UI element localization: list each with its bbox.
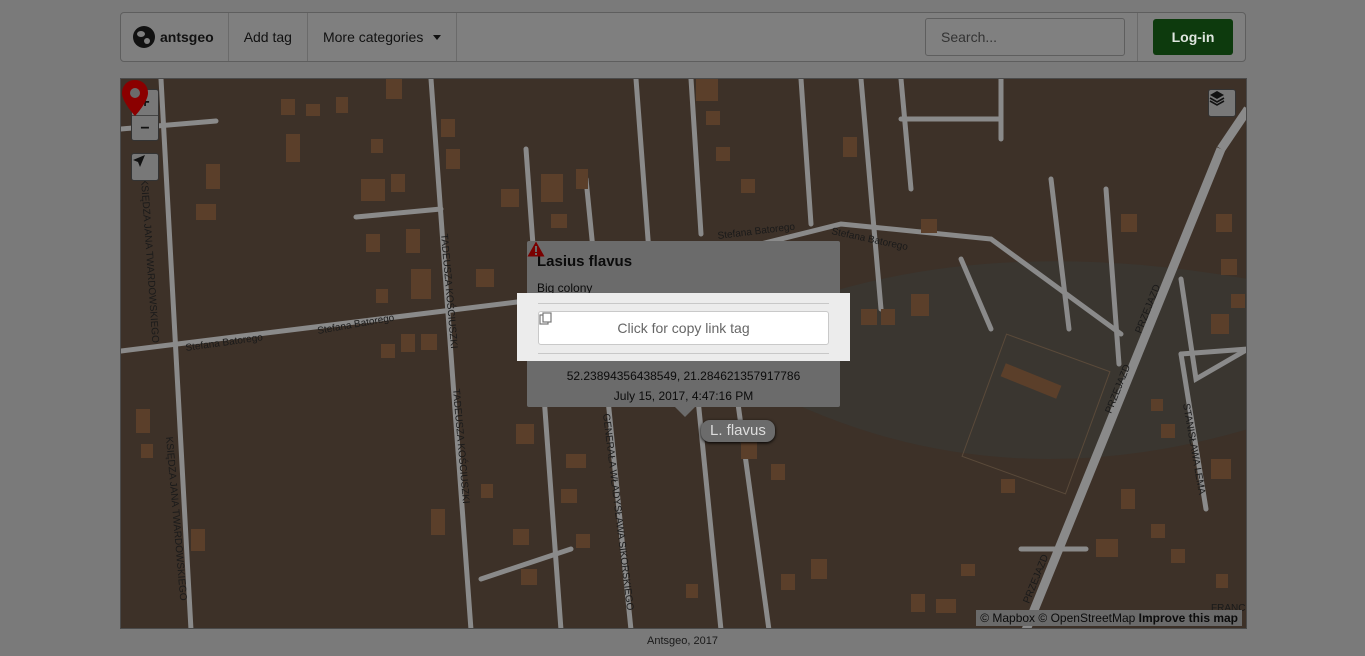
top-navbar: antsgeo Add tag More categories Log-in xyxy=(120,12,1246,62)
globe-icon xyxy=(133,26,155,48)
street-label-batorego-2: Stefana Batorego xyxy=(317,313,396,337)
copy-link-area: Click for copy link tag xyxy=(517,293,850,361)
caret-down-icon xyxy=(433,34,442,40)
street-label-kosciuszki-2: TADEUSZA KOŚCIUSZKI xyxy=(450,388,473,504)
map-attribution: © Mapbox © OpenStreetMap Improve this ma… xyxy=(976,610,1242,626)
brand-name: antsgeo xyxy=(160,29,214,45)
street-label-twardowskiego-1: KSIĘDZA JANA TWARDOWSKIEGO xyxy=(138,178,160,343)
street-label-sikorskiego: GENERAŁA WŁADYSŁAWA SIKORSKIEGO xyxy=(600,413,635,611)
divider-top xyxy=(538,303,829,304)
copy-icon xyxy=(539,312,552,325)
location-arrow-icon xyxy=(133,155,145,167)
page-footer: Antsgeo, 2017 xyxy=(647,635,718,647)
warning-icon[interactable] xyxy=(527,241,545,257)
copy-link-label: Click for copy link tag xyxy=(617,320,750,336)
popup-title: Lasius flavus xyxy=(537,253,633,270)
tag-popup: Lasius flavus Big colony Click for copy … xyxy=(517,241,850,417)
copy-link-button[interactable]: Click for copy link tag xyxy=(538,311,829,345)
search-container xyxy=(925,13,1138,61)
popup-date: July 15, 2017, 4:47:16 PM xyxy=(613,389,754,403)
locate-button[interactable] xyxy=(131,153,159,181)
mapbox-attribution-link[interactable]: © Mapbox xyxy=(980,611,1035,625)
street-label-batorego-1: Stefana Batorego xyxy=(185,332,264,354)
layers-button[interactable] xyxy=(1208,89,1236,117)
map-canvas[interactable]: KSIĘDZA JANA TWARDOWSKIEGO Stefana Bator… xyxy=(120,78,1247,629)
layers-icon xyxy=(1209,91,1225,106)
improve-map-link[interactable]: Improve this map xyxy=(1139,611,1238,625)
brand-link[interactable]: antsgeo xyxy=(121,13,229,61)
divider-bottom xyxy=(538,353,829,354)
login-container: Log-in xyxy=(1138,13,1245,61)
search-input[interactable] xyxy=(939,28,1124,46)
more-categories-label: More categories xyxy=(322,29,424,45)
search-box xyxy=(925,18,1125,56)
map-marker-icon[interactable] xyxy=(121,79,149,117)
login-button[interactable]: Log-in xyxy=(1153,19,1233,55)
marker-label[interactable]: L. flavus xyxy=(701,420,775,442)
osm-attribution-link[interactable]: © OpenStreetMap xyxy=(1038,611,1135,625)
popup-coordinates: 52.23894356438549, 21.284621357917786 xyxy=(566,369,801,383)
more-categories-dropdown[interactable]: More categories xyxy=(308,13,458,61)
navbar-spacer xyxy=(457,13,925,61)
add-tag-link[interactable]: Add tag xyxy=(229,13,308,61)
street-label-kosciuszki-1: TADEUSZA KOŚCIUSZKI xyxy=(438,233,461,349)
zoom-out-button[interactable]: − xyxy=(132,115,158,141)
